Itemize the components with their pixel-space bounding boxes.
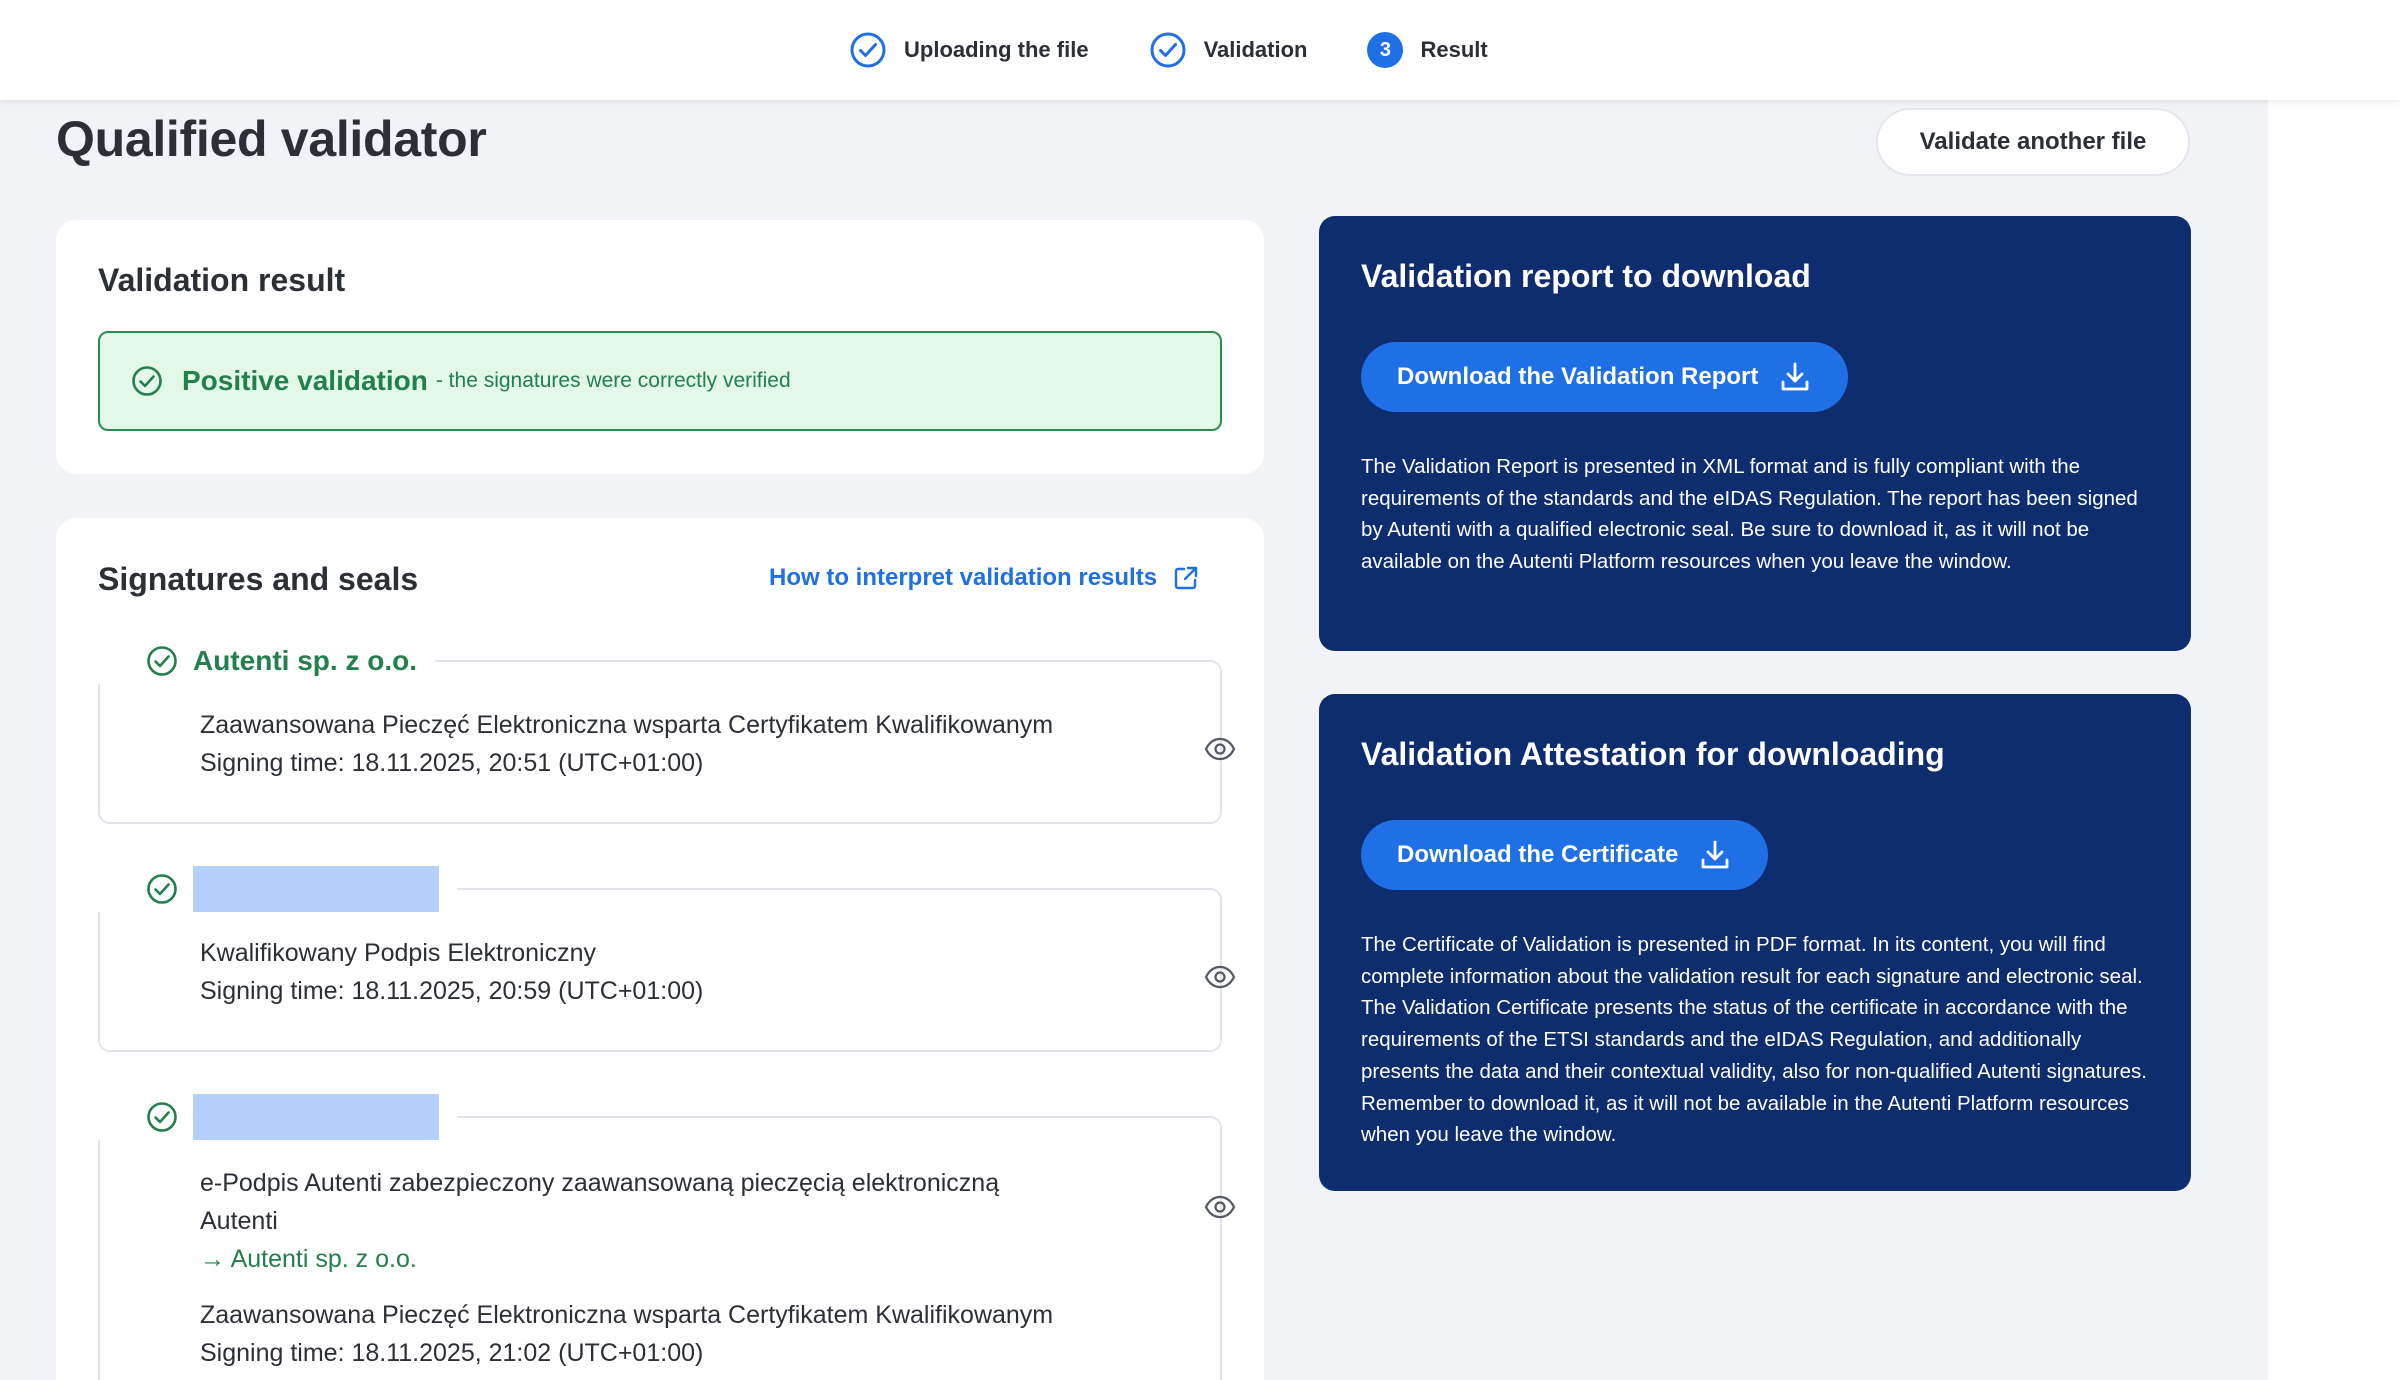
validation-attestation-title: Validation Attestation for downloading [1361,736,1945,772]
app-window: Uploading the file Validation 3 Result Q… [0,0,2400,1380]
step-label: Result [1420,37,1488,62]
download-icon [1778,360,1812,394]
check-circle-icon [145,1100,179,1134]
check-circle-icon [145,872,179,906]
download-icon [1698,838,1732,872]
interpret-results-label: How to interpret validation results [769,564,1158,591]
signing-time: Signing time: 18.11.2025, 20:59 (UTC+01:… [200,977,704,1005]
stepper: Uploading the file Validation 3 Result [849,30,1488,70]
validate-another-file-button[interactable]: Validate another file [1876,108,2190,176]
download-certificate-button[interactable]: Download the Certificate [1361,820,1769,890]
signature-header [98,1094,457,1140]
signature-type: Zaawansowana Pieczęć Elektroniczna wspar… [200,711,1054,739]
signature-type: e-Podpis Autenti zabezpieczony zaawansow… [200,1169,1000,1197]
check-circle-icon [1149,31,1187,69]
download-report-label: Download the Validation Report [1397,363,1759,390]
eye-icon[interactable] [1203,732,1237,766]
sealed-by: → Autenti sp. z o.o. [200,1240,1053,1278]
signature-details: Zaawansowana Pieczęć Elektroniczna wspar… [200,706,1053,782]
signing-time: Signing time: 18.11.2025, 21:02 (UTC+01:… [200,1339,704,1367]
signature-details: e-Podpis Autenti zabezpieczony zaawansow… [200,1164,1053,1372]
step-result: 3 Result [1367,32,1488,68]
validation-report-description: The Validation Report is presented in XM… [1361,455,2138,574]
signatures-card: Signatures and seals How to interpret va… [56,518,1264,1380]
step-label: Uploading the file [904,37,1089,62]
check-circle-icon [130,364,164,398]
validation-status-detail: - the signatures were correctly verified [435,369,791,392]
signature-type: Kwalifikowany Podpis Elektroniczny [200,939,597,967]
page-title: Qualified validator [56,111,487,167]
sealed-by-name: Autenti sp. z o.o. [230,1245,417,1273]
signature-header [98,866,457,912]
redacted-signer-name [193,866,439,912]
download-certificate-label: Download the Certificate [1397,841,1679,868]
signature-item: e-Podpis Autenti zabezpieczony zaawansow… [98,1116,1236,1380]
signature-details: Kwalifikowany Podpis Elektroniczny Signi… [200,934,703,1010]
eye-icon[interactable] [1203,1190,1237,1224]
validation-result-title: Validation result [98,262,346,298]
signing-time: Signing time: 18.11.2025, 20:51 (UTC+01:… [200,749,704,777]
seal-type: Zaawansowana Pieczęć Elektroniczna wspar… [200,1301,1054,1329]
signature-type-continued: Autenti [200,1207,278,1235]
step-label: Validation [1203,37,1308,62]
redacted-signer-name [193,1094,439,1140]
arrow-right-icon: → [200,1245,231,1273]
positive-validation-banner: Positive validation - the signatures wer… [98,331,1222,431]
validation-report-card: Validation report to download Download t… [1319,216,2191,651]
validation-attestation-card: Validation Attestation for downloading D… [1319,694,2191,1191]
eye-icon[interactable] [1203,960,1237,994]
signatures-title: Signatures and seals [98,561,419,597]
step-uploading: Uploading the file [849,31,1089,69]
signature-item: Zaawansowana Pieczęć Elektroniczna wspar… [98,660,1236,824]
external-link-icon [1171,563,1201,593]
step-number-badge: 3 [1367,32,1404,68]
step-validation: Validation [1149,31,1308,69]
check-circle-icon [145,644,179,678]
validation-report-title: Validation report to download [1361,258,1811,294]
interpret-results-link[interactable]: How to interpret validation results [769,563,1201,593]
validation-attestation-description: The Certificate of Validation is present… [1361,933,2147,1147]
download-validation-report-button[interactable]: Download the Validation Report [1361,342,1849,412]
signature-header: Autenti sp. z o.o. [98,638,435,684]
validation-result-card: Validation result Positive validation - … [56,220,1264,474]
signer-name: Autenti sp. z o.o. [193,645,417,676]
validation-status: Positive validation [182,365,428,396]
signature-item: Kwalifikowany Podpis Elektroniczny Signi… [98,888,1236,1052]
progress-header: Uploading the file Validation 3 Result [0,0,2400,100]
main-content: Qualified validator Validate another fil… [0,100,2268,1380]
check-circle-icon [849,31,887,69]
